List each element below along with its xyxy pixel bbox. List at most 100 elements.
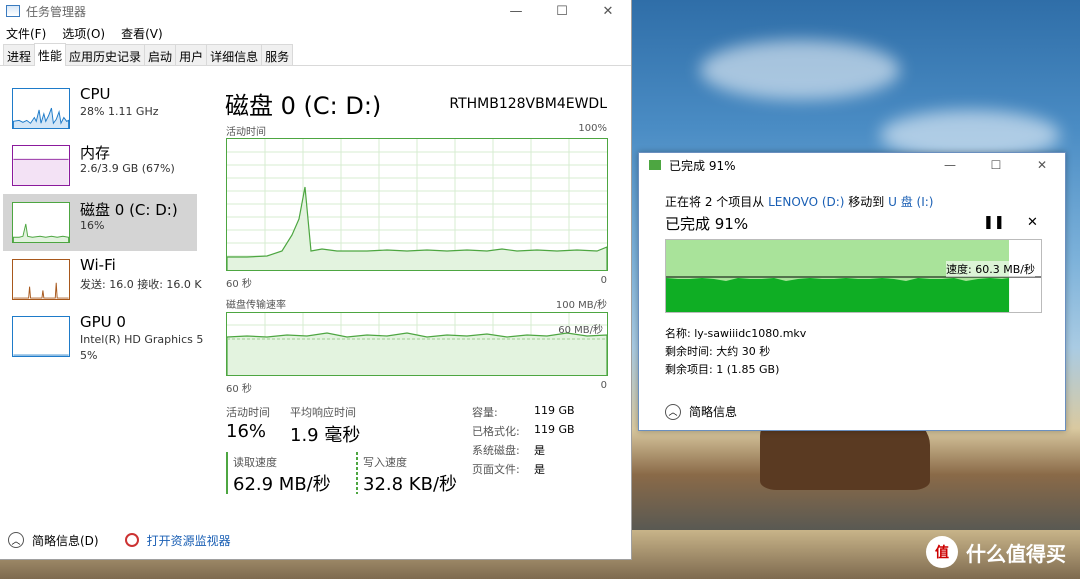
tab-startup[interactable]: 启动 xyxy=(144,44,177,65)
response-label: 平均响应时间 xyxy=(290,406,356,419)
close-button[interactable]: ✕ xyxy=(1019,153,1065,177)
move-description: 正在将 2 个项目从 LENOVO (D:) 移动到 U 盘 (I:) xyxy=(665,193,933,210)
move-mid: 移动到 xyxy=(844,195,889,209)
watermark-logo-icon: 值 xyxy=(926,536,958,568)
sidebar-item-detail: 2.6/3.9 GB (67%) xyxy=(80,162,175,175)
brief-info-link[interactable]: 简略信息(D) xyxy=(32,532,99,549)
graph-label: 磁盘传输速率 xyxy=(226,300,286,311)
items-remaining: 1 (1.85 GB) xyxy=(716,363,780,376)
tab-users[interactable]: 用户 xyxy=(175,44,208,65)
watermark: 值 什么值得买 xyxy=(926,536,1066,568)
gpu-mini-graph xyxy=(12,316,70,357)
response-value: 1.9 毫秒 xyxy=(290,425,361,446)
activity-label: 活动时间 xyxy=(226,406,270,419)
speed-label: 速度: 60.3 MB/秒 xyxy=(946,261,1035,277)
prop-value: 119 GB xyxy=(534,404,575,417)
minimize-button[interactable]: — xyxy=(493,0,539,22)
maximize-button[interactable]: ☐ xyxy=(973,153,1019,177)
read-indicator xyxy=(226,452,228,494)
prop-label: 系统磁盘: xyxy=(472,444,520,457)
brief-info-toggle[interactable]: 简略信息 xyxy=(689,403,737,420)
tab-app-history[interactable]: 应用历史记录 xyxy=(65,44,146,65)
collapse-icon[interactable]: ︿ xyxy=(8,532,24,548)
resource-monitor-icon[interactable] xyxy=(124,533,139,547)
sidebar-item-wifi[interactable]: Wi-Fi 发送: 16.0 接收: 16.0 K xyxy=(3,251,202,308)
transfer-rate-graph: 60 MB/秒 xyxy=(226,312,608,376)
sidebar-item-detail: 28% 1.11 GHz xyxy=(80,105,159,118)
close-button[interactable]: ✕ xyxy=(585,0,631,22)
disk-mini-graph xyxy=(12,202,70,243)
transfer-speed-graph: 速度: 60.3 MB/秒 xyxy=(665,239,1042,313)
sidebar-item-label: GPU 0 xyxy=(80,313,126,331)
activity-graph-canvas xyxy=(226,139,608,270)
maximize-button[interactable]: ☐ xyxy=(539,0,585,22)
sidebar-item-detail: 16% xyxy=(80,219,105,232)
source-link[interactable]: LENOVO (D:) xyxy=(768,195,844,209)
tab-bar: 进程 性能 应用历史记录 启动 用户 详细信息 服务 xyxy=(0,43,631,66)
move-prefix: 正在将 2 个项目从 xyxy=(665,195,769,209)
resource-sidebar: CPU 28% 1.11 GHz 内存 2.6/3.9 GB (67%) 磁盘 … xyxy=(0,80,203,520)
task-manager-window: 任务管理器 — ☐ ✕ 文件(F) 选项(O) 查看(V) 进程 性能 应用历史… xyxy=(0,0,632,560)
activity-time-graph xyxy=(226,138,608,271)
dialog-title: 已完成 91% xyxy=(669,158,736,173)
memory-mini-graph xyxy=(12,145,70,186)
collapse-icon[interactable]: ︿ xyxy=(665,403,681,420)
tab-processes[interactable]: 进程 xyxy=(3,44,36,65)
menu-bar: 文件(F) 选项(O) 查看(V) xyxy=(0,22,631,44)
time-label: 剩余时间: xyxy=(665,345,713,358)
graph-ref-label: 60 MB/秒 xyxy=(558,325,603,336)
tab-services[interactable]: 服务 xyxy=(261,44,294,65)
pause-button[interactable]: ❚❚ xyxy=(983,215,1005,230)
graph-max-label: 100 MB/秒 xyxy=(555,300,607,311)
sidebar-item-usage: 5% xyxy=(80,349,98,362)
activity-value: 16% xyxy=(226,421,267,442)
menu-file[interactable]: 文件(F) xyxy=(6,25,46,42)
sidebar-item-gpu[interactable]: GPU 0 Intel(R) HD Graphics 5 5% xyxy=(3,308,203,365)
time-remaining-row: 剩余时间: 大约 30 秒 xyxy=(665,343,770,359)
destination-link[interactable]: U 盘 (I:) xyxy=(888,195,933,209)
dialog-window-controls: — ☐ ✕ xyxy=(927,153,1065,177)
sidebar-item-label: Wi-Fi xyxy=(80,256,116,274)
dialog-footer: ︿ 简略信息 xyxy=(665,403,737,420)
prop-value: 是 xyxy=(534,444,545,457)
read-label: 读取速度 xyxy=(233,456,277,469)
sidebar-item-cpu[interactable]: CPU 28% 1.11 GHz xyxy=(3,80,197,137)
graph-label: 活动时间 xyxy=(226,127,266,138)
window-controls: — ☐ ✕ xyxy=(493,0,631,22)
move-icon xyxy=(649,160,661,170)
cancel-button[interactable]: ✕ xyxy=(1027,215,1038,230)
graph-xright-label: 0 xyxy=(600,380,607,391)
cloud xyxy=(700,40,900,100)
prop-label: 容量: xyxy=(472,406,498,419)
tab-performance[interactable]: 性能 xyxy=(34,43,67,66)
window-title: 任务管理器 xyxy=(26,4,87,19)
name-label: 名称: xyxy=(665,327,691,340)
write-label: 写入速度 xyxy=(363,456,407,469)
disk-model: RTHMB128VBM4EWDL xyxy=(449,96,607,112)
menu-options[interactable]: 选项(O) xyxy=(62,25,105,42)
sidebar-item-memory[interactable]: 内存 2.6/3.9 GB (67%) xyxy=(3,137,197,194)
prop-value: 是 xyxy=(534,463,545,476)
prop-label: 页面文件: xyxy=(472,463,520,476)
minimize-button[interactable]: — xyxy=(927,153,973,177)
menu-view[interactable]: 查看(V) xyxy=(121,25,163,42)
graph-xleft-label: 60 秒 xyxy=(226,279,252,290)
sidebar-item-disk[interactable]: 磁盘 0 (C: D:) 16% xyxy=(3,194,197,251)
status-footer: ︿ 简略信息(D) 打开资源监视器 xyxy=(0,520,631,560)
wifi-mini-graph xyxy=(12,259,70,300)
graph-xleft-label: 60 秒 xyxy=(226,384,252,395)
file-name: ly-sawiiidc1080.mkv xyxy=(694,327,807,340)
transfer-graph-canvas xyxy=(226,313,608,375)
prop-value: 119 GB xyxy=(534,423,575,436)
write-value: 32.8 KB/秒 xyxy=(363,474,458,495)
items-label: 剩余项目: xyxy=(665,363,713,376)
tab-details[interactable]: 详细信息 xyxy=(206,44,263,65)
prop-label: 已格式化: xyxy=(472,425,520,438)
sidebar-item-detail: 发送: 16.0 接收: 16.0 K xyxy=(80,278,202,291)
sidebar-item-label: CPU xyxy=(80,85,111,103)
sidebar-item-label: 磁盘 0 (C: D:) xyxy=(80,201,178,219)
open-resource-monitor-link[interactable]: 打开资源监视器 xyxy=(147,532,231,549)
write-indicator xyxy=(356,452,358,494)
graph-xright-label: 0 xyxy=(600,275,607,286)
speed-area xyxy=(666,278,1010,312)
